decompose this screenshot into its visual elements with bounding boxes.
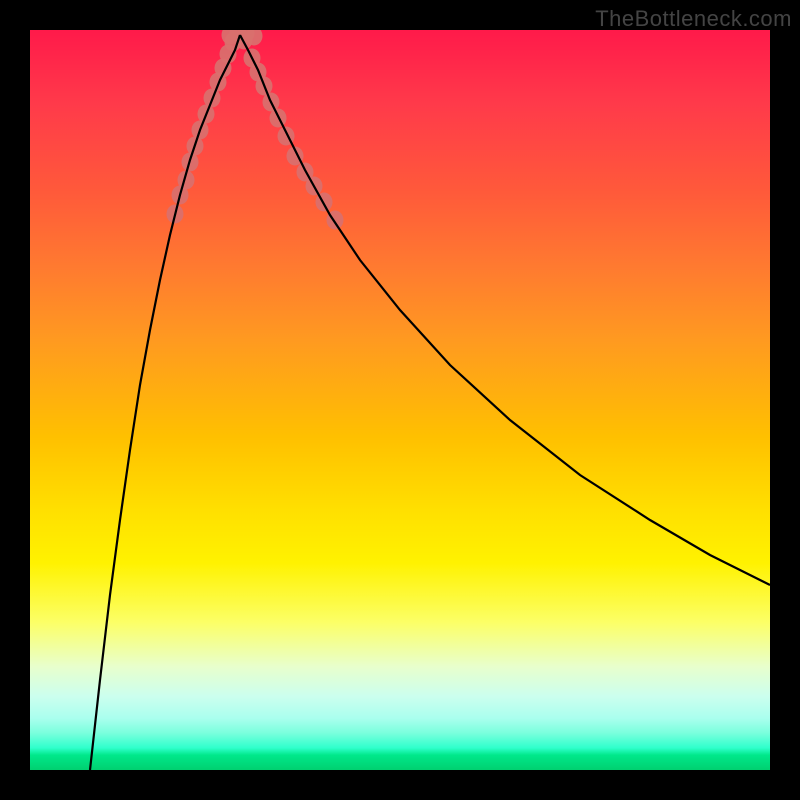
plot-area [30,30,770,770]
watermark-text: TheBottleneck.com [595,6,792,32]
data-dots-group [167,30,344,230]
curve-right [240,35,770,585]
chart-svg [30,30,770,770]
chart-frame: TheBottleneck.com [0,0,800,800]
curve-left [90,35,240,770]
